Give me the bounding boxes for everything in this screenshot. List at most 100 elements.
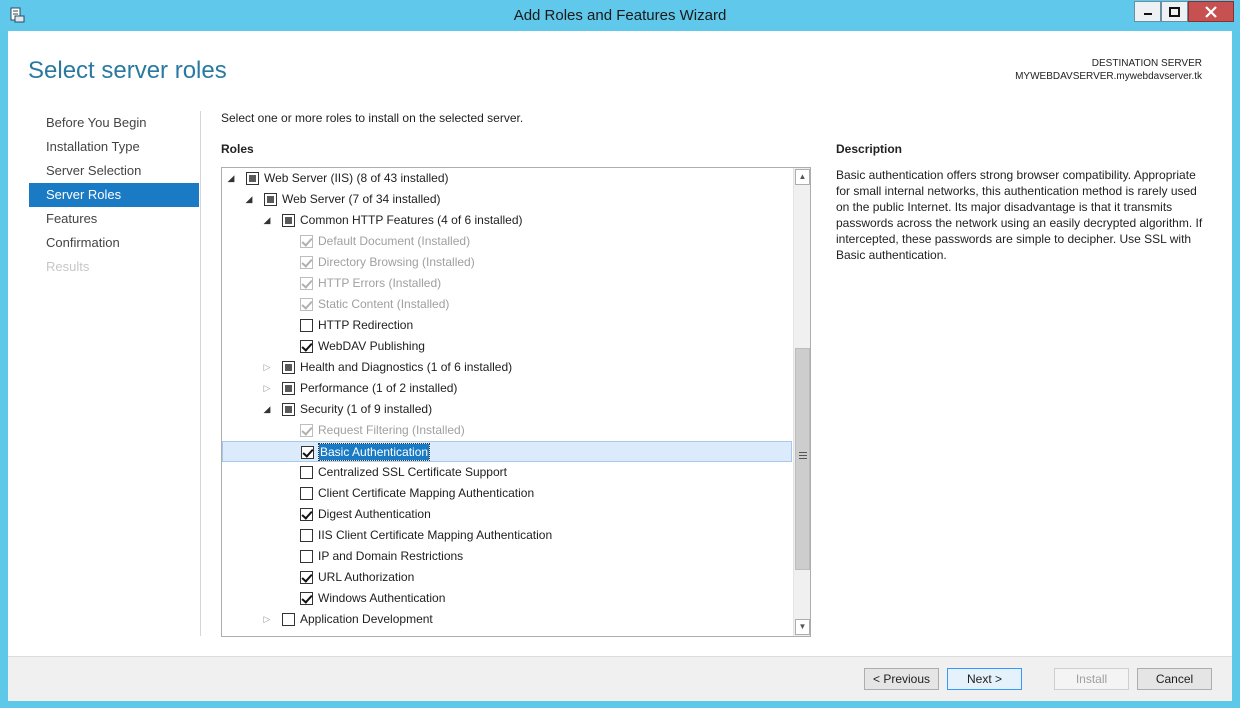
tree-row[interactable]: Default Document (Installed) bbox=[222, 231, 792, 252]
scroll-grip-icon bbox=[799, 452, 807, 459]
tree-row[interactable]: Centralized SSL Certificate Support bbox=[222, 462, 792, 483]
tree-row[interactable]: Static Content (Installed) bbox=[222, 294, 792, 315]
role-checkbox[interactable] bbox=[300, 571, 313, 584]
tree-row[interactable]: Request Filtering (Installed) bbox=[222, 420, 792, 441]
collapsed-arrow-icon[interactable]: ▷ bbox=[262, 383, 272, 393]
role-checkbox bbox=[300, 424, 313, 437]
tree-row[interactable]: Basic Authentication bbox=[222, 441, 792, 462]
description-heading: Description bbox=[836, 142, 903, 156]
role-checkbox[interactable] bbox=[282, 361, 295, 374]
nav-item-before-you-begin[interactable]: Before You Begin bbox=[29, 111, 199, 135]
role-label: WebDAV Publishing bbox=[318, 339, 425, 353]
nav-item-confirmation[interactable]: Confirmation bbox=[29, 231, 199, 255]
nav-divider bbox=[200, 111, 201, 636]
role-label: URL Authorization bbox=[318, 570, 415, 584]
tree-row[interactable]: IP and Domain Restrictions bbox=[222, 546, 792, 567]
role-label: Common HTTP Features (4 of 6 installed) bbox=[300, 213, 523, 227]
roles-tree[interactable]: ◢ Web Server (IIS) (8 of 43 installed) ◢ We… bbox=[221, 167, 811, 637]
tree-row[interactable]: ◢ Security (1 of 9 installed) bbox=[222, 399, 792, 420]
next-button[interactable]: Next > bbox=[947, 668, 1022, 690]
title-bar[interactable]: Add Roles and Features Wizard bbox=[0, 0, 1240, 31]
tree-row[interactable]: Windows Authentication bbox=[222, 588, 792, 609]
collapsed-arrow-icon[interactable]: ▷ bbox=[262, 362, 272, 372]
role-checkbox[interactable] bbox=[300, 508, 313, 521]
role-label: Web Server (7 of 34 installed) bbox=[282, 192, 441, 206]
role-checkbox[interactable] bbox=[246, 172, 259, 185]
role-checkbox[interactable] bbox=[282, 382, 295, 395]
role-label: HTTP Errors (Installed) bbox=[318, 276, 442, 290]
role-checkbox[interactable] bbox=[300, 340, 313, 353]
tree-row[interactable]: IIS Client Certificate Mapping Authentic… bbox=[222, 525, 792, 546]
description-text: Basic authentication offers strong brows… bbox=[836, 168, 1203, 262]
nav-item-installation-type[interactable]: Installation Type bbox=[29, 135, 199, 159]
minimize-icon bbox=[1143, 12, 1152, 15]
tree-row[interactable]: HTTP Redirection bbox=[222, 315, 792, 336]
instruction-text: Select one or more roles to install on t… bbox=[221, 111, 524, 125]
destination-server-info: DESTINATION SERVER MYWEBDAVSERVER.mywebd… bbox=[1015, 57, 1202, 83]
role-label: Security (1 of 9 installed) bbox=[300, 402, 433, 416]
role-label: Directory Browsing (Installed) bbox=[318, 255, 475, 269]
role-label: Static Content (Installed) bbox=[318, 297, 450, 311]
role-checkbox[interactable] bbox=[282, 214, 295, 227]
maximize-button[interactable] bbox=[1161, 1, 1188, 22]
role-checkbox[interactable] bbox=[282, 613, 295, 626]
role-checkbox bbox=[300, 298, 313, 311]
previous-button[interactable]: < Previous bbox=[864, 668, 939, 690]
tree-row[interactable]: ▷ Application Development bbox=[222, 609, 792, 630]
tree-row[interactable]: WebDAV Publishing bbox=[222, 336, 792, 357]
tree-row[interactable]: HTTP Errors (Installed) bbox=[222, 273, 792, 294]
tree-row[interactable]: Digest Authentication bbox=[222, 504, 792, 525]
role-checkbox[interactable] bbox=[300, 550, 313, 563]
roles-heading: Roles bbox=[221, 142, 254, 156]
tree-row[interactable]: Directory Browsing (Installed) bbox=[222, 252, 792, 273]
role-label: Web Server (IIS) (8 of 43 installed) bbox=[264, 171, 449, 185]
expanded-arrow-icon[interactable]: ◢ bbox=[226, 173, 236, 183]
role-label: Default Document (Installed) bbox=[318, 234, 471, 248]
tree-row[interactable]: ◢ Common HTTP Features (4 of 6 installed) bbox=[222, 210, 792, 231]
tree-row[interactable]: ◢ Web Server (7 of 34 installed) bbox=[222, 189, 792, 210]
role-checkbox[interactable] bbox=[301, 446, 314, 459]
wizard-client-area: Select server roles DESTINATION SERVER M… bbox=[8, 31, 1232, 701]
nav-item-results: Results bbox=[46, 259, 90, 274]
role-label: IIS Client Certificate Mapping Authentic… bbox=[318, 528, 553, 542]
close-button[interactable] bbox=[1188, 1, 1234, 22]
nav-item-server-selection[interactable]: Server Selection bbox=[29, 159, 199, 183]
page-title: Select server roles bbox=[28, 57, 227, 84]
role-label: Centralized SSL Certificate Support bbox=[318, 465, 507, 479]
tree-row[interactable]: ▷ Performance (1 of 2 installed) bbox=[222, 378, 792, 399]
role-label: Application Development bbox=[300, 612, 433, 626]
tree-row[interactable]: ◢ Web Server (IIS) (8 of 43 installed) bbox=[222, 168, 792, 189]
collapsed-arrow-icon[interactable]: ▷ bbox=[262, 614, 272, 624]
role-label: IP and Domain Restrictions bbox=[318, 549, 464, 563]
tree-row[interactable]: URL Authorization bbox=[222, 567, 792, 588]
tree-row[interactable]: Client Certificate Mapping Authenticatio… bbox=[222, 483, 792, 504]
role-checkbox bbox=[300, 235, 313, 248]
expanded-arrow-icon[interactable]: ◢ bbox=[262, 215, 272, 225]
scroll-down-arrow-icon[interactable]: ▼ bbox=[795, 619, 810, 635]
role-checkbox[interactable] bbox=[300, 487, 313, 500]
scroll-up-arrow-icon[interactable]: ▲ bbox=[795, 169, 810, 185]
role-checkbox[interactable] bbox=[264, 193, 277, 206]
role-label: Request Filtering (Installed) bbox=[318, 423, 465, 437]
close-icon bbox=[1205, 5, 1217, 18]
maximize-icon bbox=[1169, 6, 1180, 17]
scroll-thumb[interactable] bbox=[795, 348, 810, 570]
expanded-arrow-icon[interactable]: ◢ bbox=[244, 194, 254, 204]
role-checkbox[interactable] bbox=[300, 319, 313, 332]
role-checkbox[interactable] bbox=[282, 403, 295, 416]
role-label: Windows Authentication bbox=[318, 591, 446, 605]
window-title: Add Roles and Features Wizard bbox=[513, 7, 727, 24]
role-checkbox[interactable] bbox=[300, 466, 313, 479]
wizard-nav: Before You Begin Installation Type Serve… bbox=[29, 111, 199, 279]
nav-item-server-roles[interactable]: Server Roles bbox=[29, 183, 199, 207]
minimize-button[interactable] bbox=[1134, 1, 1161, 22]
vertical-scrollbar[interactable]: ▲ ▼ bbox=[793, 168, 810, 636]
cancel-button[interactable]: Cancel bbox=[1137, 668, 1212, 690]
tree-row[interactable]: ▷ Health and Diagnostics (1 of 6 installe… bbox=[222, 357, 792, 378]
expanded-arrow-icon[interactable]: ◢ bbox=[262, 404, 272, 414]
role-label: Performance (1 of 2 installed) bbox=[300, 381, 458, 395]
role-checkbox[interactable] bbox=[300, 592, 313, 605]
role-label: Health and Diagnostics (1 of 6 installed… bbox=[300, 360, 513, 374]
nav-item-features[interactable]: Features bbox=[29, 207, 199, 231]
role-checkbox[interactable] bbox=[300, 529, 313, 542]
